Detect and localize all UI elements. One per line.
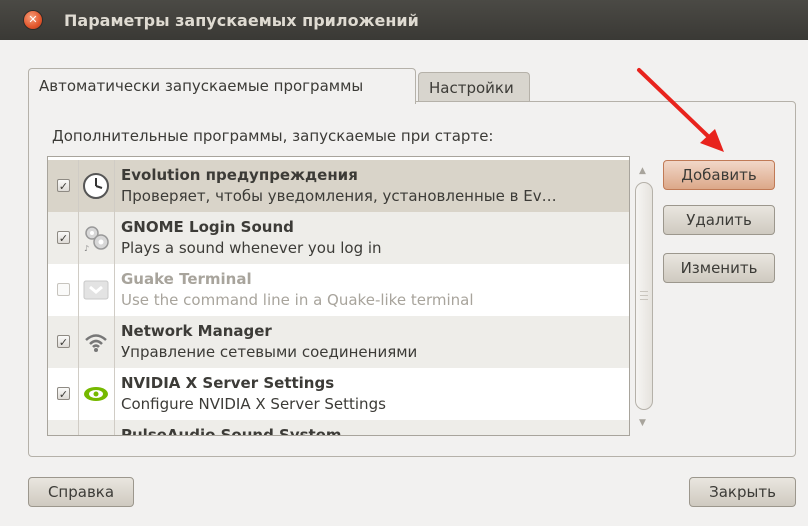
list-item[interactable]: ✓ NVIDIA X Server Settings Configure NVI… — [48, 368, 629, 420]
enable-checkbox[interactable]: ✓ — [57, 387, 70, 401]
title-bar: ✕ Параметры запускаемых приложений — [0, 0, 808, 40]
list-item[interactable]: PulseAudio Sound System — [48, 420, 629, 436]
help-button[interactable]: Справка — [28, 477, 134, 507]
scrollbar-thumb[interactable] — [635, 182, 653, 410]
enable-checkbox[interactable] — [57, 283, 70, 296]
close-button[interactable]: Закрыть — [689, 477, 796, 507]
column-divider — [114, 368, 115, 420]
list-scrollbar[interactable]: ▲ ▼ — [631, 156, 657, 436]
list-item[interactable]: ✓ Network Manager Управление сетевыми со… — [48, 316, 629, 368]
startup-programs-list[interactable]: ✓ Evolution предупреждения Проверяет, чт… — [47, 156, 630, 436]
list-item[interactable]: Guake Terminal Use the command line in a… — [48, 264, 629, 316]
program-description: Проверяет, чтобы уведомления, установлен… — [121, 187, 557, 205]
grip-line — [640, 291, 648, 292]
window-title: Параметры запускаемых приложений — [64, 11, 419, 30]
wifi-icon — [85, 334, 107, 352]
clock-icon — [83, 173, 109, 199]
edit-button[interactable]: Изменить — [663, 253, 775, 283]
program-description: Use the command line in a Quake-like ter… — [121, 291, 474, 309]
tab-options[interactable]: Настройки — [418, 72, 530, 102]
column-divider — [78, 212, 79, 264]
enable-checkbox[interactable]: ✓ — [57, 231, 70, 245]
program-description: Управление сетевыми соединениями — [121, 343, 418, 361]
column-divider — [78, 420, 79, 435]
program-description: Plays a sound whenever you log in — [121, 239, 382, 257]
list-item[interactable]: ✓ ♪ GNOME Login Sound Plays a sound when… — [48, 212, 629, 264]
program-name: GNOME Login Sound — [121, 218, 294, 236]
speaker-icon — [82, 426, 110, 436]
program-name: NVIDIA X Server Settings — [121, 374, 335, 392]
column-divider — [114, 160, 115, 212]
program-description: Configure NVIDIA X Server Settings — [121, 395, 386, 413]
list-item[interactable]: ✓ Evolution предупреждения Проверяет, чт… — [48, 160, 629, 212]
terminal-icon — [83, 280, 109, 300]
column-divider — [78, 160, 79, 212]
remove-button[interactable]: Удалить — [663, 205, 775, 235]
column-divider — [114, 316, 115, 368]
grip-line — [640, 295, 648, 296]
program-name: PulseAudio Sound System — [121, 426, 342, 436]
program-name: Evolution предупреждения — [121, 166, 358, 184]
section-label: Дополнительные программы, запускаемые пр… — [52, 127, 494, 145]
scroll-up-arrow-icon[interactable]: ▲ — [639, 166, 646, 176]
column-divider — [114, 420, 115, 435]
column-divider — [78, 316, 79, 368]
column-divider — [78, 368, 79, 420]
enable-checkbox[interactable]: ✓ — [57, 335, 70, 349]
tab-startup-programs[interactable]: Автоматически запускаемые программы — [28, 68, 416, 104]
program-name: Guake Terminal — [121, 270, 252, 288]
grip-line — [640, 299, 648, 300]
add-button[interactable]: Добавить — [663, 160, 775, 190]
column-divider — [114, 212, 115, 264]
program-name: Network Manager — [121, 322, 272, 340]
tab-label: Автоматически запускаемые программы — [39, 77, 364, 95]
tab-label: Настройки — [429, 79, 514, 97]
column-divider — [78, 264, 79, 316]
close-window-button[interactable]: ✕ — [24, 11, 42, 29]
enable-checkbox[interactable]: ✓ — [57, 179, 70, 193]
scroll-down-arrow-icon[interactable]: ▼ — [639, 418, 646, 428]
column-divider — [114, 264, 115, 316]
gears-sound-icon: ♪ — [84, 226, 109, 252]
nvidia-icon — [84, 387, 108, 401]
svg-text:♪: ♪ — [84, 244, 89, 252]
